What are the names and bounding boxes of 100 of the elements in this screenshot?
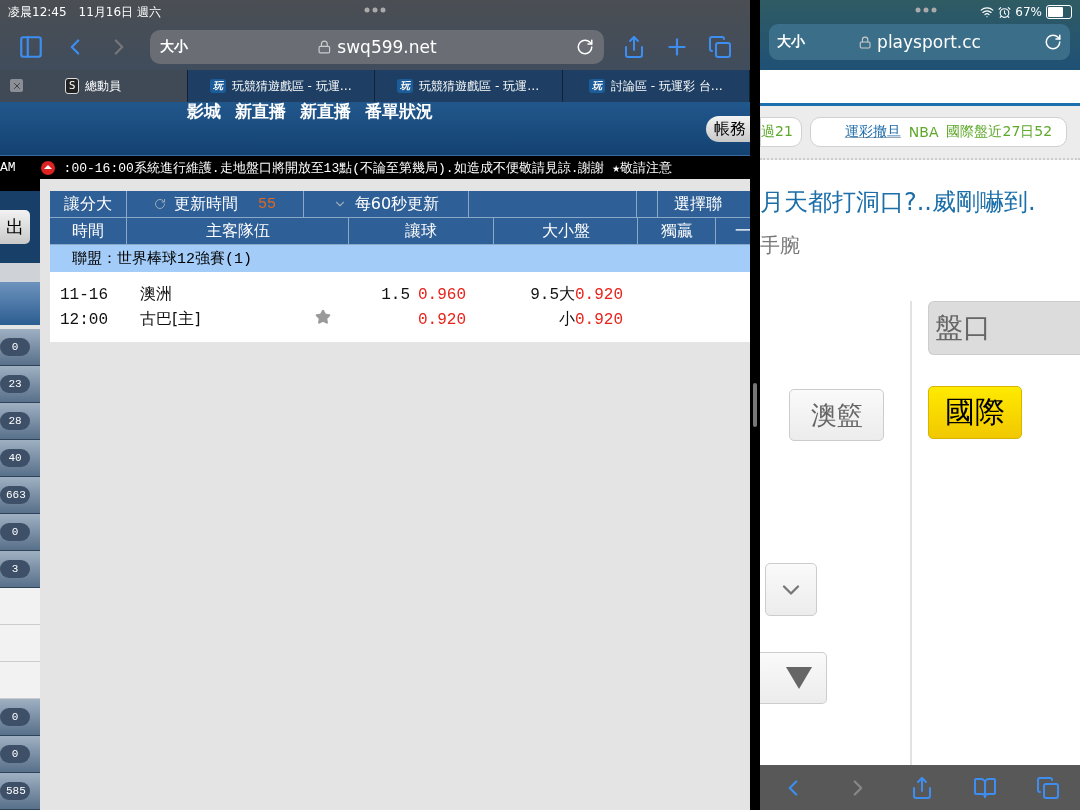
alert-icon [39, 159, 56, 176]
sidebar-item[interactable]: 585 [0, 773, 40, 810]
text-size-button[interactable]: 大小 [777, 33, 805, 51]
reload-icon[interactable] [1044, 33, 1062, 51]
multitask-dots-icon[interactable] [364, 7, 386, 13]
nav-link[interactable]: 番單狀況 [365, 100, 433, 155]
lock-icon [317, 40, 332, 54]
nav-link[interactable]: 新直播 [235, 100, 286, 155]
team-name: 古巴[主] [140, 309, 202, 330]
account-button[interactable]: 帳務 [706, 116, 750, 142]
sidebar-icon[interactable] [18, 34, 44, 60]
split-view-handle[interactable] [753, 383, 757, 427]
match-time: 11-16 [60, 285, 109, 304]
browser-tab[interactable]: 玩 討論區 - 玩運彩 台… [562, 70, 750, 102]
browser-tab[interactable]: 玩 玩競猜遊戲區 - 玩運… [187, 70, 375, 102]
tab-title: 玩競猜遊戲區 - 玩運… [419, 77, 540, 95]
browser-tab[interactable]: 玩 玩競猜遊戲區 - 玩運… [375, 70, 563, 102]
column-header: 時間 [50, 218, 127, 244]
lock-icon [858, 35, 872, 49]
sidebar-item[interactable]: 3 [0, 551, 40, 588]
close-icon[interactable] [10, 79, 23, 92]
caret-icon [786, 667, 812, 689]
sidebar-item[interactable] [0, 588, 40, 625]
alarm-icon [998, 5, 1012, 19]
odds-value[interactable]: 0.920 [575, 310, 635, 329]
column-header: 讓球 [349, 218, 494, 244]
sidebar-item[interactable]: 0 [0, 736, 40, 773]
site-logo-icon: 玩 [588, 79, 605, 93]
sidebar-spacer [0, 262, 40, 282]
select-button[interactable] [760, 652, 827, 704]
multitask-dots-icon[interactable] [915, 7, 938, 13]
column-header: 獨贏 [638, 218, 716, 244]
logout-button[interactable]: 出 [0, 209, 30, 244]
odds-value[interactable]: 0.960 [410, 285, 485, 304]
site-logo-icon: 玩 [397, 79, 414, 93]
status-time: 凌晨12:45 [8, 3, 67, 21]
url-text: playsport.cc [877, 32, 981, 52]
count-badge: 0 [0, 745, 30, 763]
favorite-star-icon[interactable] [315, 309, 331, 325]
count-badge: 40 [0, 449, 30, 467]
text-size-button[interactable]: 大小 [160, 38, 188, 56]
tabs-icon[interactable] [708, 35, 732, 59]
ticker-time: AM [0, 160, 16, 175]
tabs-icon[interactable] [1036, 775, 1061, 800]
sidebar-item[interactable] [0, 625, 40, 662]
market-button[interactable]: 國際 [928, 386, 1022, 439]
sidebar-item[interactable]: 0 [0, 514, 40, 551]
refresh-icon[interactable] [154, 198, 166, 210]
article-subtitle: 手腕 [760, 232, 801, 259]
mode-button[interactable]: 讓分大 [50, 191, 127, 217]
sidebar-item[interactable]: 40 [0, 440, 40, 477]
refresh-button[interactable]: 更新時間 55 [127, 191, 304, 217]
count-badge: 585 [0, 782, 30, 800]
count-badge: 0 [0, 708, 30, 726]
sidebar-item[interactable]: 663 [0, 477, 40, 514]
handicap-line: 1.5 [380, 285, 410, 304]
sport-button[interactable]: 澳籃 [789, 389, 884, 441]
sidebar-item[interactable]: 0 [0, 329, 40, 366]
sidebar-item[interactable]: 0 [0, 699, 40, 736]
column-header: 大小盤 [494, 218, 638, 244]
nav-link[interactable]: 影城 [187, 100, 221, 155]
odds-value[interactable]: 0.920 [575, 285, 635, 304]
sidebar-item[interactable]: 23 [0, 366, 40, 403]
browser-tab[interactable]: S 總動員 [0, 70, 188, 102]
site-logo-icon: 玩 [209, 79, 226, 93]
status-date: 11月16日 週六 [78, 3, 161, 21]
count-badge: 0 [0, 338, 30, 356]
sidebar-item[interactable] [0, 662, 40, 699]
battery-icon [1046, 5, 1072, 19]
share-icon[interactable] [622, 35, 646, 59]
match-time: 12:00 [60, 310, 109, 329]
wifi-icon [980, 5, 995, 19]
column-header: 主客隊伍 [127, 218, 349, 244]
battery-percent: 67% [1015, 5, 1042, 19]
interval-select[interactable]: 每60秒更新 [304, 191, 469, 217]
countdown: 55 [258, 195, 276, 213]
sidebar-header [0, 281, 40, 325]
ticker-text: 過21 [761, 123, 793, 141]
ticker-text: NBA [908, 124, 939, 140]
dropdown-button[interactable] [765, 563, 817, 616]
count-badge: 28 [0, 412, 30, 430]
count-badge: 0 [0, 523, 30, 541]
odds-value[interactable]: 0.920 [410, 310, 485, 329]
article-headline[interactable]: 月天都打洞口?..威剛嚇到. [760, 186, 1080, 218]
league-row: 聯盟：世界棒球12強賽(1) [50, 245, 750, 272]
tab-title: 討論區 - 玩運彩 台… [610, 77, 723, 95]
reload-icon[interactable] [576, 38, 594, 56]
tab-title: 總動員 [85, 77, 122, 95]
ticker-link[interactable]: 運彩撤旦 [844, 123, 901, 141]
sidebar-item[interactable]: 28 [0, 403, 40, 440]
count-badge: 663 [0, 486, 30, 504]
address-bar[interactable]: 大小 playsport.cc [769, 24, 1070, 60]
count-badge: 23 [0, 375, 30, 393]
bookmarks-icon[interactable] [973, 775, 998, 800]
address-bar[interactable]: 大小 swq599.net [150, 30, 604, 64]
total-line: 小 [558, 310, 575, 330]
total-line: 9.5大 [529, 285, 575, 305]
market-field[interactable]: 盤口 [928, 301, 1080, 355]
nav-link[interactable]: 新直播 [300, 100, 351, 155]
count-badge: 3 [0, 560, 30, 578]
